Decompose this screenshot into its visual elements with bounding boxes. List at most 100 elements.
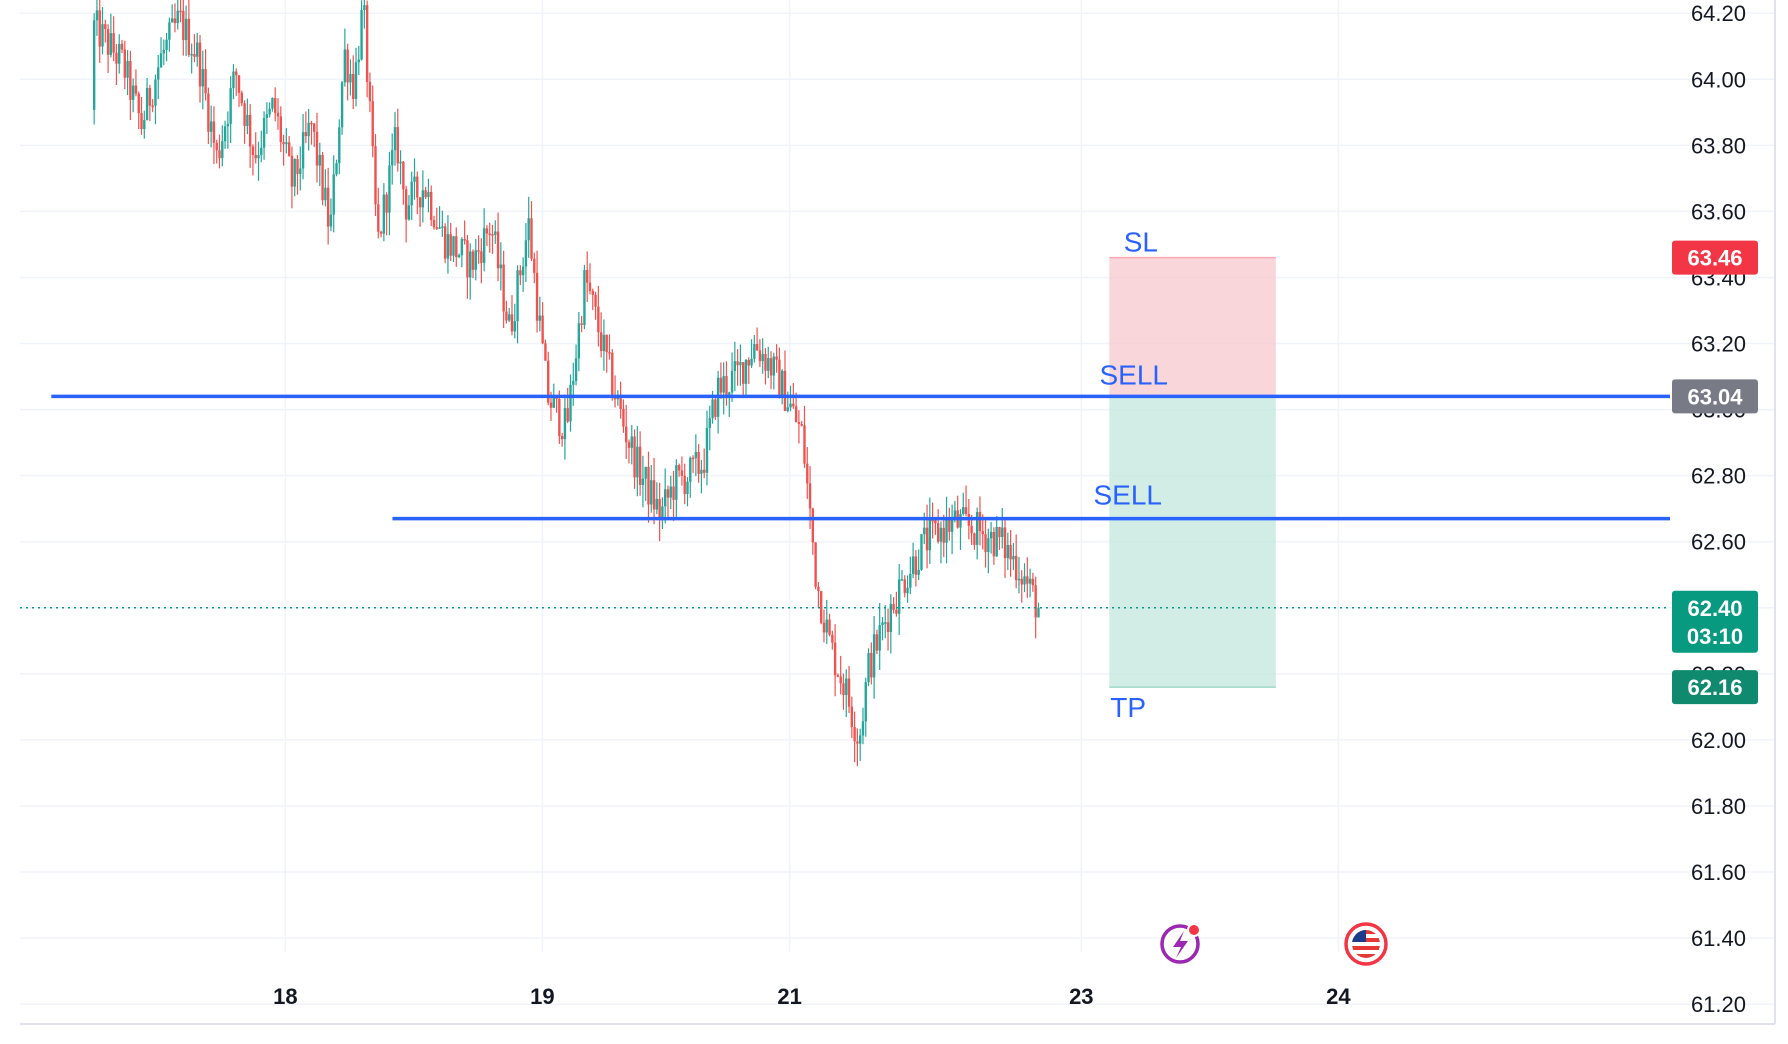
candle-body (115, 52, 118, 64)
candle-body (833, 642, 837, 676)
candle-body (521, 266, 525, 276)
candle-body (778, 359, 781, 398)
entry-price-badge: 63.04 (1672, 379, 1758, 414)
candle-body (307, 122, 310, 137)
time-tick-label: 21 (777, 984, 801, 1009)
candle-body (761, 354, 764, 362)
candle-body (989, 531, 993, 539)
candle-body (984, 534, 987, 553)
candle-body (987, 538, 990, 553)
candle-body (143, 119, 146, 130)
candle-body (861, 721, 865, 736)
candle-body (209, 121, 213, 132)
candle-body (1003, 527, 1007, 559)
candle-body (396, 127, 399, 164)
candle-body (279, 116, 282, 143)
candle-body (719, 377, 723, 393)
candle-body (377, 204, 380, 232)
candle-body (897, 579, 901, 614)
candle-body (443, 226, 447, 259)
candle-body (123, 49, 127, 78)
candle-body (248, 114, 252, 147)
candle-body (285, 142, 288, 145)
candle-body (257, 155, 260, 159)
candle-body (365, 5, 369, 82)
candle-body (842, 683, 845, 696)
candle-body (566, 408, 569, 422)
candle-body (1006, 544, 1010, 559)
candle-body (129, 60, 132, 100)
candle-body (686, 481, 689, 495)
price-tick-label: 63.20 (1691, 332, 1746, 357)
candle-body (360, 10, 363, 60)
candle-body (558, 398, 561, 437)
candle-body (524, 240, 528, 267)
candle-body (221, 141, 224, 159)
sell-lower-label: SELL (1094, 480, 1163, 511)
position-tool[interactable] (1109, 256, 1276, 688)
candle-body (569, 384, 572, 422)
lightning-event-icon[interactable] (1160, 923, 1201, 964)
candle-body (544, 343, 547, 361)
candle-body (198, 42, 202, 87)
candle-body (850, 706, 854, 728)
candle-body (538, 315, 542, 321)
price-tick-label: 62.80 (1691, 464, 1746, 489)
candle-body (469, 251, 472, 278)
candle-body (151, 105, 154, 108)
candle-body (583, 270, 586, 325)
candle-body (708, 418, 711, 428)
candle-body (324, 187, 327, 201)
candle-body (120, 43, 124, 50)
price-tick-label: 61.40 (1691, 926, 1746, 951)
candle-body (973, 533, 976, 545)
candle-body (800, 424, 803, 426)
candle-body (1023, 576, 1026, 585)
candle-body (992, 531, 996, 557)
candle-body (599, 332, 603, 352)
candle-body (747, 359, 750, 366)
candle-body (223, 126, 227, 142)
candle-body (831, 634, 834, 643)
candle-body (304, 132, 308, 137)
candle-body (672, 486, 675, 500)
candle-body (293, 159, 296, 187)
candle-body (995, 526, 998, 557)
us-flag-icon[interactable] (1344, 922, 1388, 966)
candle-body (845, 678, 848, 696)
candle-body (691, 457, 695, 460)
candle-body (438, 227, 441, 229)
price-chart[interactable]: SL SELL SELL TP 64.20 64.00 63.80 63.60 63.4… (0, 0, 1788, 1044)
candle-body (321, 154, 324, 201)
candle-body (683, 475, 686, 495)
candle-body (725, 376, 728, 395)
candle-body (666, 489, 670, 498)
candle-body (488, 233, 491, 236)
candle-body (424, 190, 427, 198)
candle-body (118, 43, 121, 64)
candle-body (477, 250, 480, 252)
candle-body (452, 236, 455, 256)
take-profit-zone[interactable] (1109, 396, 1276, 688)
price-tick-label: 64.00 (1691, 67, 1746, 92)
candle-body (825, 619, 828, 633)
candle-body (711, 399, 714, 419)
candle-body (1001, 527, 1004, 538)
candle-body (700, 469, 703, 474)
candle-body (1014, 555, 1018, 581)
candle-body (1012, 555, 1015, 560)
candle-body (741, 362, 745, 384)
candle-body (404, 189, 408, 220)
candle-body (853, 727, 856, 742)
candle-body (519, 270, 522, 276)
candle-body (591, 290, 594, 295)
candle-body (491, 234, 494, 236)
candle-body (644, 466, 647, 479)
candle-body (806, 463, 809, 484)
candle-body (864, 682, 867, 722)
candle-body (126, 60, 129, 78)
candle-body (201, 69, 204, 87)
candle-body (886, 622, 890, 633)
candle-body (594, 294, 597, 307)
candle-body (310, 122, 313, 125)
